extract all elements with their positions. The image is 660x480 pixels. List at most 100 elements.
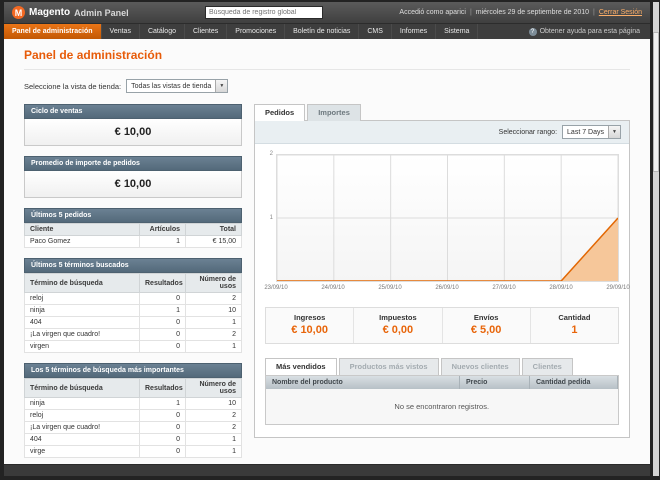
table-cell: ninja <box>24 304 140 317</box>
right-column: Pedidos Importes Seleccionar rango: Last… <box>254 104 630 438</box>
last-orders-card: Últimos 5 pedidos Cliente Artículos Tota… <box>24 208 242 248</box>
stat-label: Ingresos <box>293 313 326 322</box>
magento-logo[interactable]: M Magento Admin Panel <box>12 6 129 19</box>
divider: | <box>593 9 595 16</box>
column-header: Nombre del producto <box>266 376 460 389</box>
table-cell: ninja <box>24 397 140 410</box>
footer-bar <box>4 464 650 476</box>
store-view-row: Seleccione la vista de tienda: Todas las… <box>24 79 630 93</box>
global-search-input[interactable] <box>205 6 324 19</box>
table-body: Paco Gomez 1 € 15,00 <box>24 235 242 248</box>
last-orders-table: Cliente Artículos Total Paco Gomez 1 € 15,… <box>24 223 242 248</box>
chart-y-axis: 21 <box>263 151 276 282</box>
stat-value: € 0,00 <box>382 324 414 336</box>
table-row[interactable]: ¡La virgen que cuadro! 0 2 <box>24 328 242 341</box>
column-header: Artículos <box>139 223 186 236</box>
left-column: Ciclo de ventas € 10,00 Promedio de impo… <box>24 104 242 464</box>
tab-pedidos[interactable]: Pedidos <box>254 104 306 121</box>
table-cell: 404 <box>24 433 140 446</box>
header-bar: M Magento Admin Panel Accedió como apari… <box>4 2 650 24</box>
orders-panel: Seleccionar rango: Last 7 Days ▼ 21 23/0… <box>254 120 630 438</box>
table-row[interactable]: ninja 1 10 <box>24 304 242 317</box>
table-row[interactable]: 404 0 1 <box>24 316 242 329</box>
grids-tabs: Más vendidos Productos más vistos Nuevos… <box>265 358 619 375</box>
tab-importes[interactable]: Importes <box>307 104 361 121</box>
magento-admin-page: M Magento Admin Panel Accedió como apari… <box>4 2 650 476</box>
table-cell: 0 <box>139 445 186 458</box>
store-view-select[interactable]: Todas las vistas de tienda ▼ <box>126 79 229 93</box>
tab-nuevos-clientes[interactable]: Nuevos clientes <box>440 358 520 375</box>
x-tick-label: 29/09/10 <box>606 285 630 291</box>
stat-value: € 10,00 <box>291 324 328 336</box>
table-cell: reloj <box>24 292 140 305</box>
y-tick-label: 2 <box>269 151 273 157</box>
tab-productos-mas-vistos[interactable]: Productos más vistos <box>338 358 439 375</box>
table-row[interactable]: virgen 0 1 <box>24 340 242 353</box>
logout-link[interactable]: Cerrar Sesión <box>599 9 642 16</box>
tab-clientes[interactable]: Clientes <box>521 358 573 375</box>
table-row[interactable]: virge 0 1 <box>24 445 242 458</box>
range-bar: Seleccionar rango: Last 7 Days ▼ <box>255 121 629 144</box>
x-tick-label: 27/09/10 <box>492 285 516 291</box>
nav-item-informes[interactable]: Informes <box>392 24 437 39</box>
table-row[interactable]: reloj 0 2 <box>24 409 242 422</box>
nav-item-ventas[interactable]: Ventas <box>102 24 140 39</box>
last-search-terms-card: Últimos 5 términos buscados Término de b… <box>24 258 242 353</box>
store-view-label: Seleccione la vista de tienda: <box>24 81 122 91</box>
table-cell: € 15,00 <box>185 235 242 248</box>
table-row[interactable]: 404 0 1 <box>24 433 242 446</box>
nav-item-boletin[interactable]: Boletín de noticias <box>285 24 360 39</box>
logo-subtitle: Admin Panel <box>74 7 129 18</box>
card-title: Los 5 términos de búsqueda más important… <box>24 363 242 378</box>
nav-item-sistema[interactable]: Sistema <box>436 24 479 39</box>
nav-item-dashboard[interactable]: Panel de administración <box>4 24 102 39</box>
table-row[interactable]: ninja 1 10 <box>24 397 242 410</box>
table-cell: 1 <box>185 316 242 329</box>
help-icon: ? <box>528 27 537 36</box>
column-header: Término de búsqueda <box>24 273 140 293</box>
help-link[interactable]: ? Obtener ayuda para esta página <box>519 24 650 39</box>
tab-mas-vendidos[interactable]: Más vendidos <box>265 358 337 375</box>
table-cell: 0 <box>139 328 186 341</box>
empty-row: No se encontraron registros. <box>266 389 618 424</box>
table-cell: virge <box>24 445 140 458</box>
browser-frame: M Magento Admin Panel Accedió como apari… <box>0 0 660 480</box>
chart-plot-area <box>276 154 619 282</box>
x-tick-label: 24/09/10 <box>321 285 345 291</box>
x-tick-label: 25/09/10 <box>378 285 402 291</box>
table-row[interactable]: Paco Gomez 1 € 15,00 <box>24 235 242 248</box>
table-row[interactable]: ¡La virgen que cuadro! 0 2 <box>24 421 242 434</box>
scrollbar-thumb[interactable] <box>653 32 659 172</box>
column-header: Resultados <box>139 378 186 398</box>
vertical-scrollbar[interactable] <box>653 2 659 476</box>
store-view-select-value: Todas las vistas de tienda <box>131 82 212 90</box>
table-cell: 1 <box>185 433 242 446</box>
nav-item-clientes[interactable]: Clientes <box>185 24 228 39</box>
card-title: Últimos 5 pedidos <box>24 208 242 223</box>
x-tick-label: 26/09/10 <box>435 285 459 291</box>
table-cell: 0 <box>139 409 186 422</box>
top-search-terms-card: Los 5 términos de búsqueda más important… <box>24 363 242 458</box>
table-cell: 10 <box>185 304 242 317</box>
stat-label: Impuestos <box>379 313 417 322</box>
stat-ingresos: Ingresos € 10,00 <box>266 308 353 343</box>
stat-impuestos: Impuestos € 0,00 <box>353 308 441 343</box>
column-header: Cantidad pedida <box>529 376 618 389</box>
bestsellers-grid: Nombre del producto Precio Cantidad pedi… <box>265 375 619 425</box>
card-title: Promedio de importe de pedidos <box>24 156 242 171</box>
stat-label: Envíos <box>473 313 499 322</box>
stat-value: 1 <box>571 324 578 336</box>
nav-item-promociones[interactable]: Promociones <box>227 24 286 39</box>
x-tick-label: 23/09/10 <box>264 285 288 291</box>
nav-item-cms[interactable]: CMS <box>359 24 392 39</box>
card-title: Últimos 5 términos buscados <box>24 258 242 273</box>
table-cell: 1 <box>185 445 242 458</box>
table-cell: 2 <box>185 292 242 305</box>
last-search-table: Término de búsqueda Resultados Número de… <box>24 273 242 353</box>
table-row[interactable]: reloj 0 2 <box>24 292 242 305</box>
table-cell: 0 <box>139 316 186 329</box>
nav-item-catalogo[interactable]: Catálogo <box>140 24 185 39</box>
chevron-down-icon: ▼ <box>215 80 228 92</box>
table-cell: virgen <box>24 340 140 353</box>
range-select[interactable]: Last 7 Days ▼ <box>562 125 621 139</box>
